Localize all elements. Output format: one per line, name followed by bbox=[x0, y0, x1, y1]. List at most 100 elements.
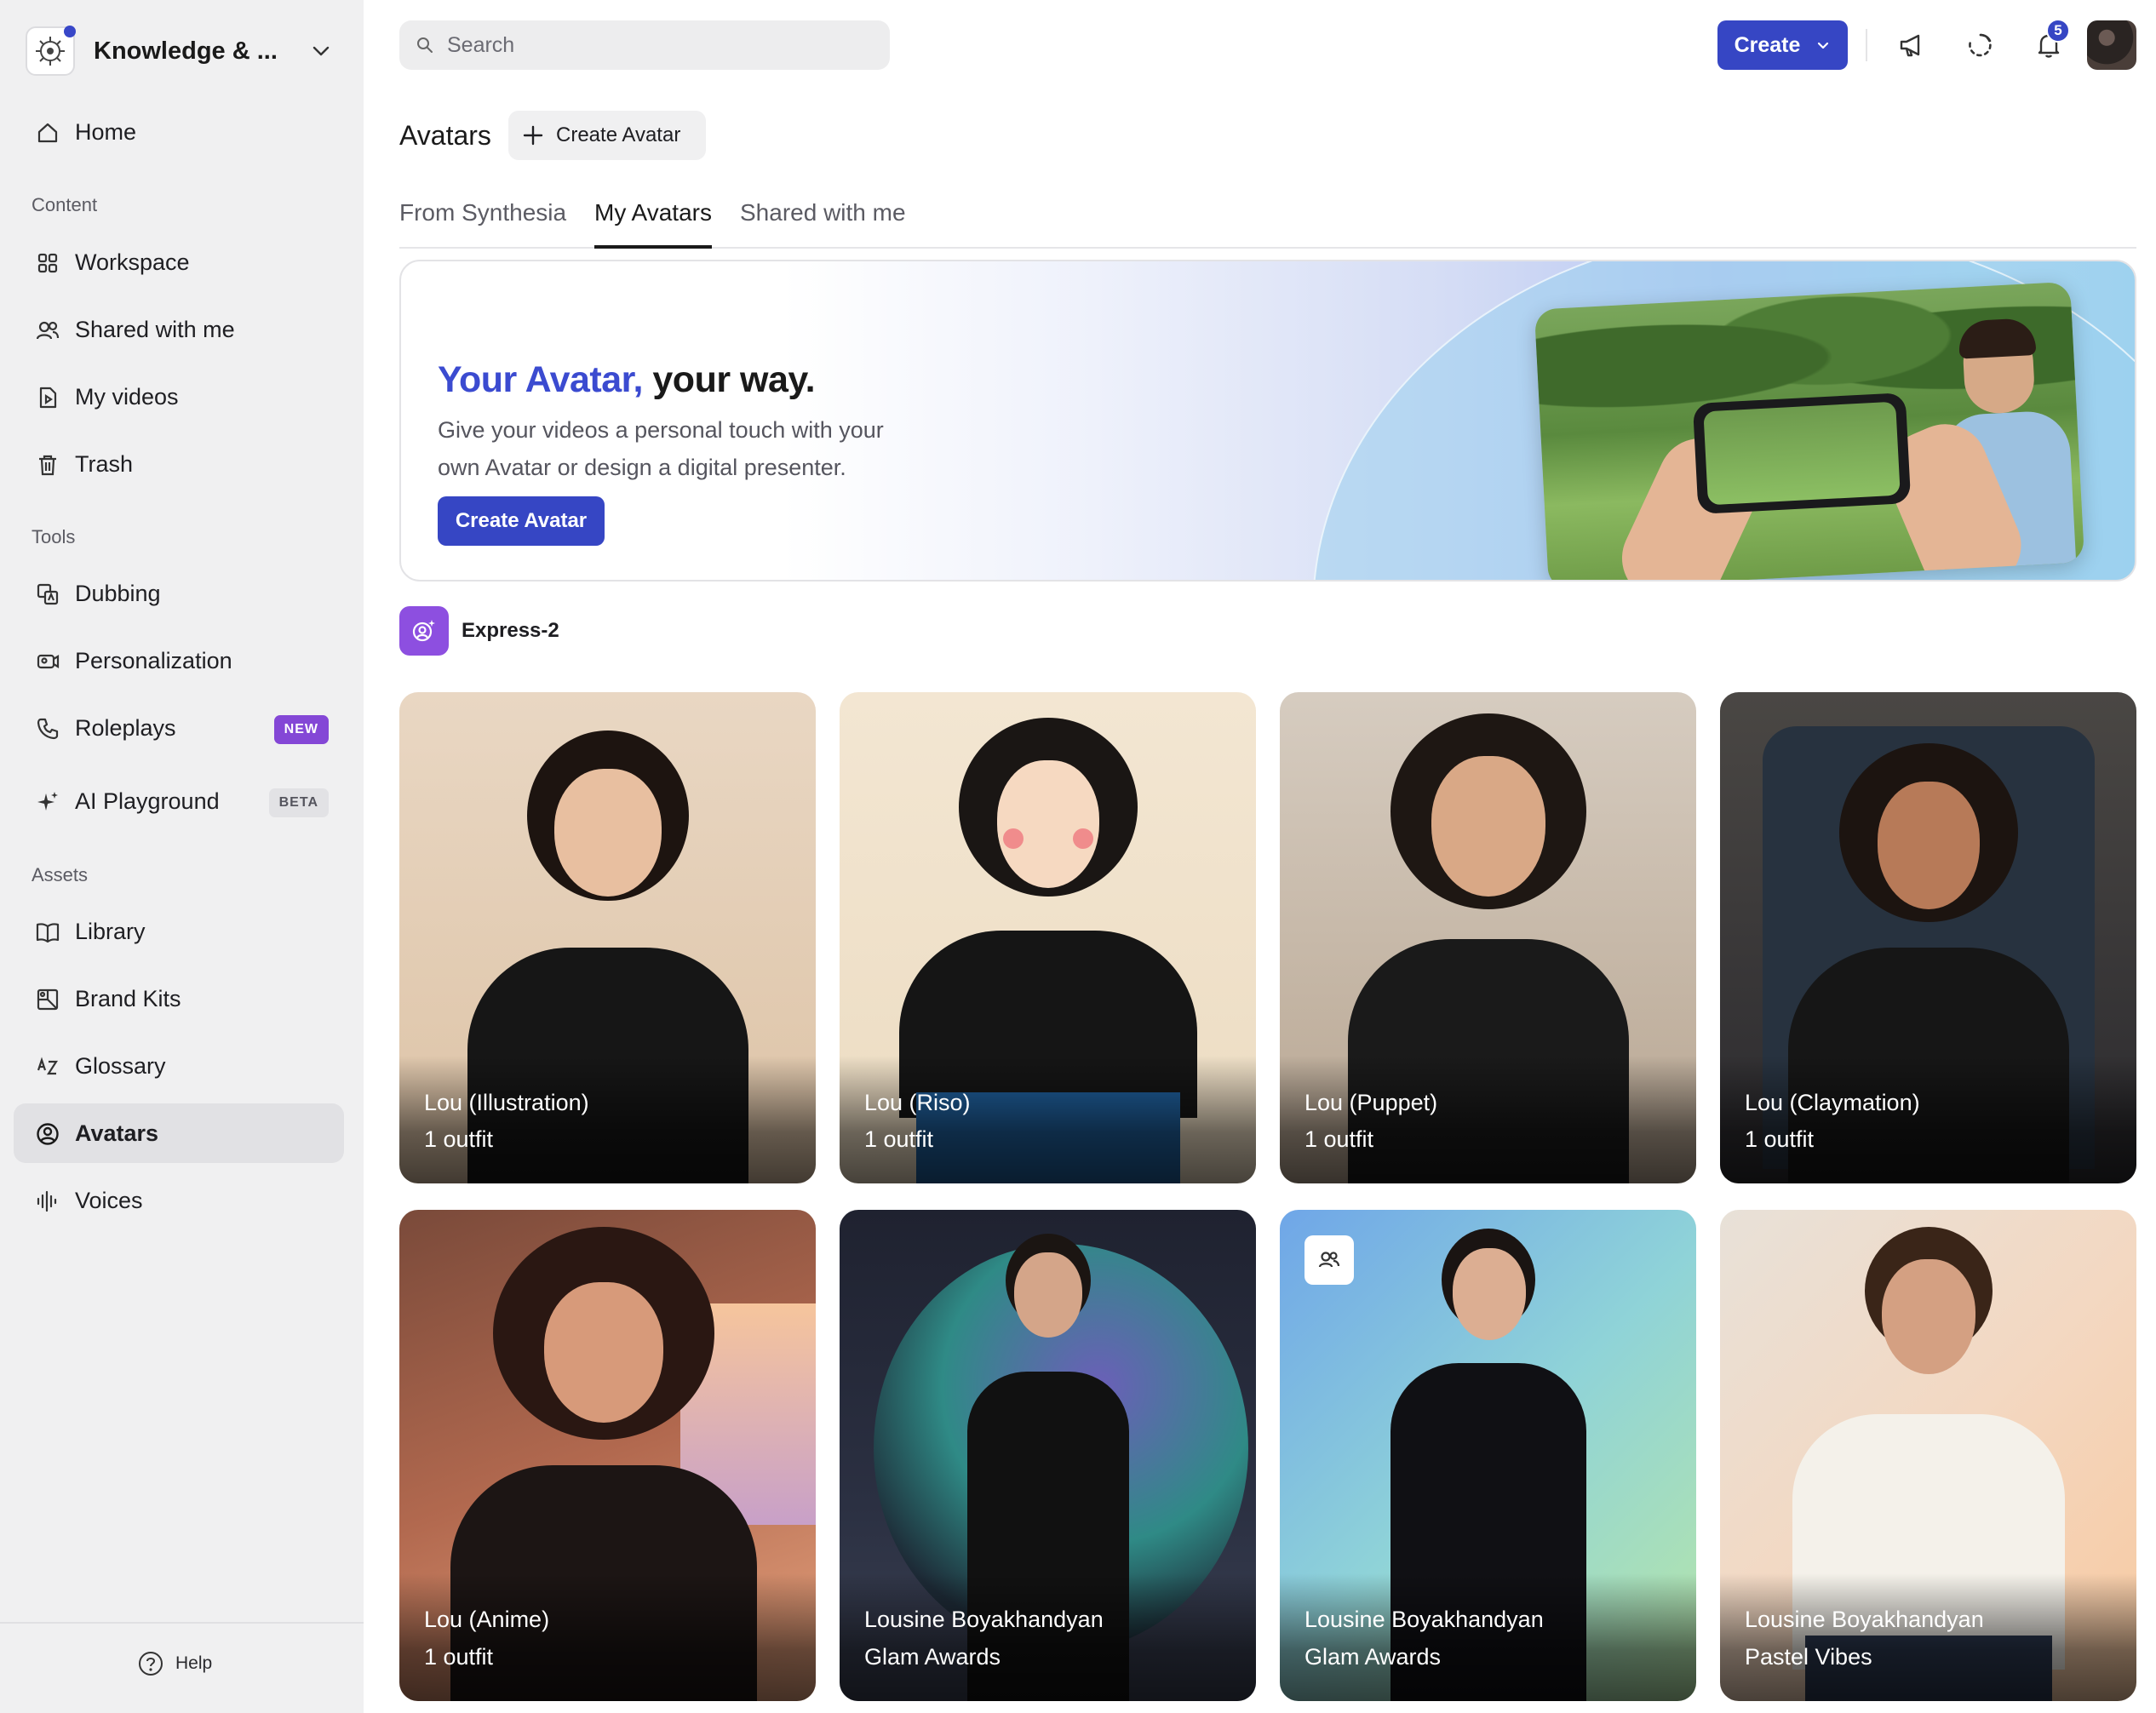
avatar-name: Lousine Boyakhandyan bbox=[1304, 1607, 1544, 1632]
create-avatar-button[interactable]: Create Avatar bbox=[508, 111, 706, 160]
sidebar-item-shared-with-me[interactable]: Shared with me bbox=[14, 300, 344, 359]
shared-badge bbox=[1304, 1235, 1354, 1285]
sidebar-item-label: AI Playground bbox=[75, 788, 220, 814]
new-badge: NEW bbox=[273, 715, 329, 744]
plus-icon bbox=[523, 125, 543, 146]
page-title: Avatars bbox=[399, 120, 491, 151]
sidebar-footer: Help bbox=[0, 1622, 364, 1713]
avatar-outfits: 1 outfit bbox=[1304, 1126, 1374, 1152]
avatar-outfits: 1 outfit bbox=[424, 1126, 494, 1152]
search-input[interactable] bbox=[447, 32, 856, 58]
sidebar-item-avatars[interactable]: Avatars bbox=[14, 1103, 344, 1163]
sidebar-item-home[interactable]: Home bbox=[14, 102, 344, 162]
avatar-card[interactable]: Lou (Claymation) 1 outfit bbox=[1720, 692, 2136, 1183]
banner-description: Give your videos a personal touch with y… bbox=[438, 417, 884, 480]
help-label: Help bbox=[175, 1653, 213, 1673]
sidebar-item-label: Library bbox=[75, 918, 146, 944]
promo-banner: Your Avatar, your way. Give your videos … bbox=[399, 260, 2136, 582]
avatar-name: Lou (Illustration) bbox=[424, 1090, 589, 1115]
tab-from-synthesia[interactable]: From Synthesia bbox=[399, 199, 566, 245]
banner-title: Your Avatar, your way. bbox=[438, 359, 816, 401]
avatar-name: Lou (Puppet) bbox=[1304, 1090, 1438, 1115]
avatar-outfits: Pastel Vibes bbox=[1745, 1644, 1872, 1670]
trash-icon bbox=[39, 455, 56, 476]
sidebar-item-workspace[interactable]: Workspace bbox=[14, 232, 344, 292]
express-icon bbox=[399, 606, 449, 656]
banner-title-accent: Your Avatar, bbox=[438, 359, 643, 400]
avatar-name: Lousine Boyakhandyan bbox=[864, 1607, 1104, 1632]
sidebar-item-label: Avatars bbox=[75, 1120, 159, 1146]
sidebar-item-label: Roleplays bbox=[75, 714, 176, 741]
loading-spinner-icon[interactable] bbox=[1964, 29, 1997, 61]
section-label-content: Content bbox=[32, 194, 98, 215]
sidebar-item-label: My videos bbox=[75, 383, 179, 410]
workspace-logo bbox=[26, 26, 76, 76]
create-button-label: Create bbox=[1734, 32, 1801, 57]
brand-kit-icon bbox=[37, 988, 59, 1011]
sidebar-item-glossary[interactable]: Glossary bbox=[14, 1036, 344, 1096]
avatar-card[interactable]: Lou (Puppet) 1 outfit bbox=[1280, 692, 1696, 1183]
help-circle-icon bbox=[139, 1652, 163, 1676]
glossary-icon bbox=[37, 1057, 59, 1075]
avatar-name: Lou (Claymation) bbox=[1745, 1090, 1920, 1115]
workspace-status-dot bbox=[64, 26, 76, 37]
home-icon bbox=[37, 123, 58, 143]
banner-photo bbox=[1534, 281, 2085, 580]
beta-badge: BETA bbox=[268, 788, 329, 817]
search-bar[interactable] bbox=[399, 20, 890, 70]
sidebar-item-label: Brand Kits bbox=[75, 985, 181, 1011]
workspace-switcher[interactable]: Knowledge & ... bbox=[26, 24, 349, 78]
tab-bar: From Synthesia My Avatars Shared with me bbox=[399, 194, 2136, 249]
section-label-tools: Tools bbox=[32, 526, 76, 547]
waveform-icon bbox=[37, 1190, 57, 1212]
phone-icon bbox=[37, 718, 59, 740]
sidebar-item-label: Shared with me bbox=[75, 316, 235, 342]
sidebar-item-dubbing[interactable]: Dubbing bbox=[14, 564, 344, 623]
sidebar-item-label: Voices bbox=[75, 1187, 143, 1213]
book-icon bbox=[36, 923, 60, 943]
avatar-outfits: 1 outfit bbox=[424, 1644, 494, 1670]
create-button[interactable]: Create bbox=[1717, 20, 1848, 70]
sidebar-item-my-videos[interactable]: My videos bbox=[14, 367, 344, 427]
chevron-down-icon bbox=[1818, 42, 1829, 49]
megaphone-icon[interactable] bbox=[1896, 29, 1929, 61]
chevron-down-icon[interactable] bbox=[309, 39, 333, 63]
sidebar-item-label: Glossary bbox=[75, 1052, 166, 1079]
toolbar-divider bbox=[1866, 29, 1867, 61]
avatar-name: Lou (Anime) bbox=[424, 1607, 550, 1632]
avatar-name: Lou (Riso) bbox=[864, 1090, 971, 1115]
avatar-card[interactable]: Lousine Boyakhandyan Glam Awards bbox=[1280, 1210, 1696, 1701]
users-icon bbox=[1318, 1252, 1340, 1268]
notification-badge: 5 bbox=[2046, 19, 2070, 43]
sidebar-item-label: Trash bbox=[75, 450, 134, 477]
avatar-card[interactable]: Lousine Boyakhandyan Glam Awards bbox=[840, 1210, 1256, 1701]
sidebar-item-library[interactable]: Library bbox=[14, 902, 344, 961]
avatar-sparkle-icon bbox=[412, 620, 435, 642]
avatar-card[interactable]: Lou (Illustration) 1 outfit bbox=[399, 692, 816, 1183]
video-file-icon bbox=[39, 387, 57, 409]
user-avatar[interactable] bbox=[2087, 20, 2136, 70]
avatar-card[interactable]: Lou (Anime) 1 outfit bbox=[399, 1210, 816, 1701]
banner-create-avatar-button[interactable]: Create Avatar bbox=[438, 496, 605, 546]
sidebar-item-personalization[interactable]: Personalization bbox=[14, 631, 344, 690]
users-icon bbox=[36, 321, 60, 340]
sidebar-item-ai-playground[interactable]: AI Playground BETA bbox=[14, 771, 344, 831]
tab-my-avatars[interactable]: My Avatars bbox=[594, 199, 712, 249]
tab-shared-with-me[interactable]: Shared with me bbox=[740, 199, 906, 245]
photo-phone bbox=[1692, 392, 1912, 514]
sidebar: Knowledge & ... Home Content Workspace S… bbox=[0, 0, 364, 1713]
section-label-assets: Assets bbox=[32, 864, 89, 885]
help-button[interactable]: Help bbox=[138, 1651, 212, 1676]
avatar-card[interactable]: Lou (Riso) 1 outfit bbox=[840, 692, 1256, 1183]
sidebar-item-label: Home bbox=[75, 118, 137, 145]
translate-icon bbox=[37, 583, 59, 605]
sparkles-icon bbox=[37, 792, 58, 811]
avatar-icon bbox=[37, 1123, 59, 1145]
sidebar-item-brand-kits[interactable]: Brand Kits bbox=[14, 969, 344, 1028]
avatar-outfits: Glam Awards bbox=[1304, 1644, 1442, 1670]
sidebar-item-roleplays[interactable]: Roleplays NEW bbox=[14, 698, 344, 758]
sidebar-item-voices[interactable]: Voices bbox=[14, 1171, 344, 1230]
sidebar-item-trash[interactable]: Trash bbox=[14, 434, 344, 494]
search-icon bbox=[417, 37, 433, 53]
avatar-card[interactable]: Lousine Boyakhandyan Pastel Vibes bbox=[1720, 1210, 2136, 1701]
